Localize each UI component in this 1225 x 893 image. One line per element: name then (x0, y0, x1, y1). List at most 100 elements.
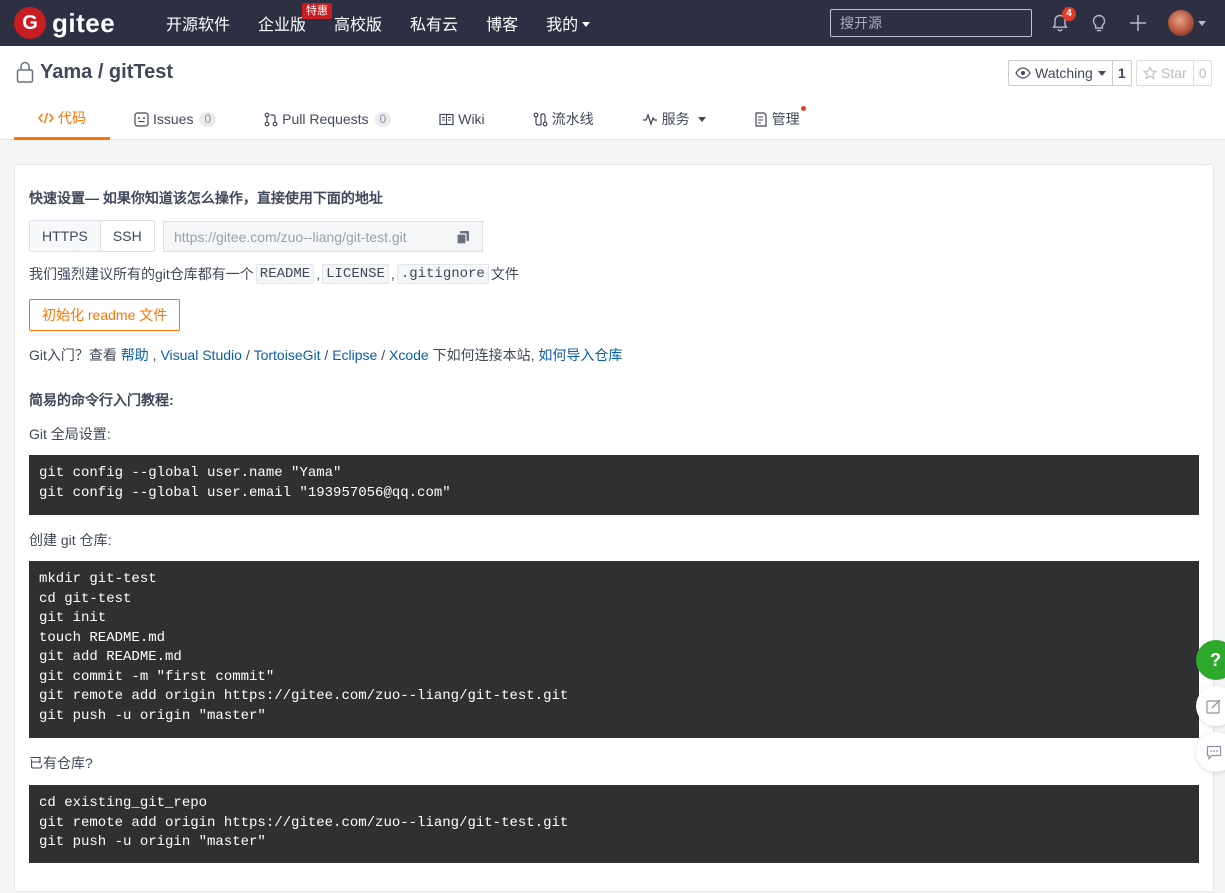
nav-link-private-cloud[interactable]: 私有云 (410, 0, 458, 46)
code-icon (38, 112, 54, 123)
import-repo-link[interactable]: 如何导入仓库 (538, 345, 622, 365)
nav-link-label: 私有云 (410, 17, 459, 34)
issue-icon (134, 111, 149, 127)
slash-text: / (245, 347, 250, 363)
repo-name-link[interactable]: Yama / gitTest (40, 61, 173, 84)
top-navbar: G gitee 开源软件 企业版特惠 高校版 私有云 博客 我的 4 (0, 0, 1225, 46)
init-readme-button[interactable]: 初始化 readme 文件 (29, 299, 181, 331)
clone-url-field[interactable]: https://gitee.com/zuo--liang/git-test.gi… (163, 221, 483, 252)
tortoisegit-link[interactable]: TortoiseGit (254, 347, 321, 363)
gitignore-code: .gitignore (396, 264, 489, 284)
tab-services[interactable]: 服务 (618, 98, 730, 140)
watch-count[interactable]: 1 (1113, 65, 1131, 81)
nav-link-mine[interactable]: 我的 (546, 0, 591, 46)
pull-requests-count-badge: 0 (374, 111, 392, 127)
pulse-icon (642, 112, 657, 126)
create-repo-code: mkdir git-test cd git-test git init touc… (29, 561, 1199, 738)
create-repo-label: 创建 git 仓库: (29, 532, 112, 548)
separator-text: , (316, 266, 321, 282)
existing-repo-code: cd existing_git_repo git remote add orig… (29, 785, 1199, 863)
repo-tabs: 代码 Issues 0 Pull Requests 0 Wiki 流水线 服务 … (14, 98, 824, 140)
create-button[interactable] (1127, 12, 1149, 34)
watch-label: Watching (1035, 65, 1093, 81)
copy-icon[interactable] (456, 230, 470, 245)
tab-pull-requests[interactable]: Pull Requests 0 (240, 98, 415, 140)
star-button[interactable]: Star (1137, 61, 1194, 85)
tab-label: 服务 (661, 111, 690, 127)
recommendation-suffix: 文件 (490, 266, 519, 282)
separator-text: , (152, 347, 157, 363)
notification-dot (800, 106, 806, 111)
xcode-link[interactable]: Xcode (389, 347, 429, 363)
chat-icon (1206, 745, 1222, 760)
nav-link-label: 高校版 (334, 17, 383, 34)
notification-count-badge: 4 (1062, 7, 1076, 21)
search-input[interactable] (830, 9, 1032, 37)
separator-text: , (390, 266, 395, 282)
user-avatar[interactable] (1168, 10, 1194, 36)
watch-button-group: Watching 1 (1008, 60, 1132, 86)
visual-studio-link[interactable]: Visual Studio (160, 347, 241, 363)
help-line: Git入门？查看 帮助 , Visual Studio / TortoiseGi… (29, 345, 622, 365)
star-label: Star (1161, 65, 1187, 81)
repo-header: Yama / gitTest Watching 1 Star 0 代码 Issu… (0, 46, 1225, 140)
recommendation-line: 我们强烈建议所有的git仓库都有一个 README , LICENSE , .g… (29, 264, 519, 284)
tab-code[interactable]: 代码 (14, 98, 110, 140)
help-link[interactable]: 帮助 (121, 345, 149, 365)
chevron-down-icon (582, 22, 591, 27)
readme-code: README (255, 264, 315, 284)
idea-button[interactable] (1088, 12, 1110, 34)
chevron-down-icon[interactable] (1198, 21, 1206, 26)
protocol-toggle: HTTPS SSH (29, 220, 155, 252)
tab-label: Pull Requests (282, 111, 369, 127)
nav-link-blog[interactable]: 博客 (486, 0, 518, 46)
nav-link-education[interactable]: 高校版 (334, 0, 382, 46)
notification-button[interactable]: 4 (1049, 7, 1076, 34)
chevron-down-icon (697, 116, 706, 122)
nav-link-label: 开源软件 (166, 17, 231, 34)
star-icon (1143, 66, 1157, 80)
tutorial-title: 简易的命令行入门教程: (29, 392, 174, 408)
tab-manage[interactable]: 管理 (730, 98, 824, 140)
tab-issues[interactable]: Issues 0 (110, 98, 240, 140)
gitee-logo[interactable]: G gitee (14, 7, 154, 39)
plus-icon (1130, 15, 1146, 31)
clone-url-text: https://gitee.com/zuo--liang/git-test.gi… (174, 228, 407, 245)
slash-text: / (381, 347, 386, 363)
tab-label: 流水线 (551, 111, 594, 127)
book-icon (439, 113, 454, 125)
star-count[interactable]: 0 (1194, 65, 1212, 81)
lightbulb-icon (1092, 14, 1106, 32)
nav-link-label: 博客 (486, 17, 519, 34)
pull-request-icon (264, 112, 278, 126)
ssh-button[interactable]: SSH (99, 221, 154, 251)
eclipse-link[interactable]: Eclipse (332, 347, 377, 363)
pipeline-icon (533, 112, 548, 126)
tab-label: 代码 (58, 109, 86, 126)
tab-wiki[interactable]: Wiki (415, 98, 508, 140)
help-prefix: Git入门？查看 (29, 347, 117, 363)
https-button[interactable]: HTTPS (30, 221, 100, 251)
repo-title: Yama / gitTest (14, 60, 173, 84)
slash-text: / (324, 347, 329, 363)
edit-icon (1206, 699, 1221, 714)
quick-setup-title: 快速设置— 如果你知道该怎么操作，直接使用下面的地址 (29, 190, 383, 206)
recommendation-prefix: 我们强烈建议所有的git仓库都有一个 (29, 266, 254, 282)
watch-button[interactable]: Watching (1009, 61, 1113, 85)
issues-count-badge: 0 (199, 111, 217, 127)
license-code: LICENSE (322, 264, 389, 284)
nav-links: 开源软件 企业版 特惠 高校版 私有云 博客 我的 (166, 0, 618, 46)
gitee-logo-text: gitee (52, 7, 116, 38)
settings-doc-icon (755, 111, 767, 127)
nav-link-label: 企业版 (258, 17, 307, 34)
eye-icon (1015, 67, 1031, 79)
nav-link-enterprise[interactable]: 企业版 特惠 (258, 0, 333, 46)
nav-link-open-source[interactable]: 开源软件 (166, 0, 230, 46)
global-settings-label: Git 全局设置: (29, 426, 111, 442)
tab-label: Wiki (458, 111, 485, 127)
tab-label: 管理 (771, 111, 800, 127)
star-button-group: Star 0 (1136, 60, 1213, 86)
chevron-down-icon (1097, 70, 1106, 76)
tab-pipeline[interactable]: 流水线 (509, 98, 618, 140)
quick-setup-card: 快速设置— 如果你知道该怎么操作，直接使用下面的地址 HTTPS SSH htt… (14, 164, 1214, 892)
